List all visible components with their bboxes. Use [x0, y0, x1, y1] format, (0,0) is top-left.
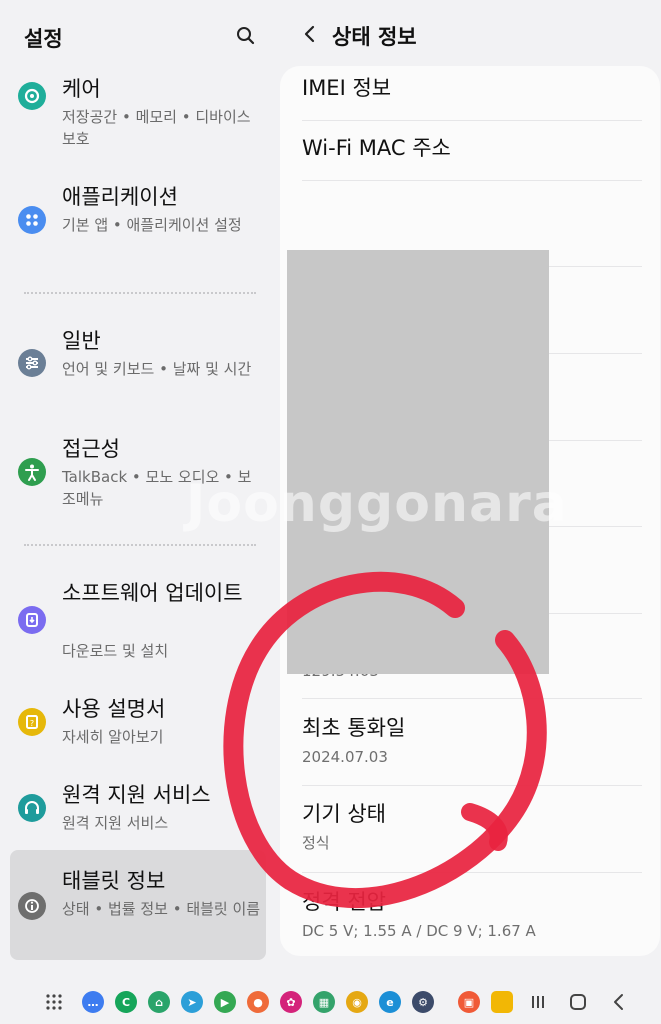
- flower-app-icon[interactable]: ✿: [280, 991, 302, 1013]
- software-update-icon: [18, 606, 46, 634]
- apps-icon: [18, 206, 46, 234]
- info-icon: [18, 892, 46, 920]
- menu-item-general[interactable]: 일반 언어 및 키보드 • 날짜 및 시간: [10, 326, 266, 416]
- row-divider: [302, 180, 642, 181]
- row-divider: [302, 872, 642, 873]
- home-app-icon[interactable]: ⌂: [148, 991, 170, 1013]
- section-divider: [24, 544, 256, 546]
- folder-icon[interactable]: [491, 991, 513, 1013]
- svg-text:?: ?: [30, 719, 34, 728]
- status-info-header: 상태 정보: [276, 0, 661, 66]
- info-value: 정식: [302, 834, 330, 852]
- menu-item-subtitle: 상태 • 법률 정보 • 태블릿 이름: [62, 900, 261, 918]
- menu-item-user-manual[interactable]: ? 사용 설명서 자세히 알아보기: [10, 694, 266, 754]
- menu-item-subtitle: 자세히 알아보기: [62, 728, 164, 746]
- recent-apps-icon[interactable]: [526, 990, 550, 1014]
- back-nav-icon[interactable]: [607, 990, 631, 1014]
- messages-app-icon[interactable]: …: [82, 991, 104, 1013]
- menu-item-title: 애플리케이션: [62, 185, 178, 209]
- info-value: 2024.07.03: [302, 748, 388, 766]
- info-label: 기기 상태: [302, 802, 386, 826]
- page-title: 상태 정보: [332, 25, 417, 49]
- headset-icon: [18, 794, 46, 822]
- general-management-icon: [18, 349, 46, 377]
- contacts-app-icon[interactable]: ●: [247, 991, 269, 1013]
- accessibility-icon: [18, 458, 46, 486]
- user-manual-icon: ?: [18, 708, 46, 736]
- row-divider: [302, 120, 642, 121]
- info-value: DC 5 V; 1.55 A / DC 9 V; 1.67 A: [302, 922, 536, 940]
- back-button[interactable]: [298, 20, 322, 48]
- search-button[interactable]: [232, 22, 260, 50]
- menu-item-subtitle: 저장공간 • 메모리 • 디바이스 보호: [62, 108, 251, 148]
- row-divider: [302, 785, 642, 786]
- menu-item-title: 태블릿 정보: [62, 869, 166, 893]
- menu-item-title: 일반: [62, 329, 101, 353]
- device-care-icon: [18, 82, 46, 110]
- menu-item-subtitle: 다운로드 및 설치: [62, 642, 169, 660]
- row-divider: [302, 698, 642, 699]
- settings-header: 설정: [0, 0, 276, 70]
- watermark-text: Joonggonara: [186, 474, 568, 534]
- info-label: 최초 통화일: [302, 716, 406, 740]
- page-title: 설정: [24, 27, 63, 51]
- grid-app-icon[interactable]: ▦: [313, 991, 335, 1013]
- edge-browser-icon[interactable]: e: [379, 991, 401, 1013]
- c-app-icon[interactable]: C: [115, 991, 137, 1013]
- info-label: IMEI 정보: [302, 76, 392, 100]
- menu-item-subtitle: 기본 앱 • 애플리케이션 설정: [62, 216, 242, 234]
- telegram-app-icon[interactable]: ➤: [181, 991, 203, 1013]
- menu-item-title: 접근성: [62, 437, 120, 461]
- info-row-imei[interactable]: IMEI 정보: [302, 74, 642, 102]
- app-drawer-icon[interactable]: [42, 990, 66, 1014]
- menu-item-apps[interactable]: 애플리케이션 기본 앱 • 애플리케이션 설정: [10, 180, 266, 270]
- home-button-icon[interactable]: [566, 990, 590, 1014]
- settings-gear-icon[interactable]: ⚙: [412, 991, 434, 1013]
- menu-item-title: 사용 설명서: [62, 697, 166, 721]
- info-label: 정격 전압: [302, 890, 386, 914]
- info-row-wifi-mac[interactable]: Wi-Fi MAC 주소: [302, 134, 642, 162]
- section-divider: [24, 292, 256, 294]
- info-row-rated-voltage[interactable]: 정격 전압 DC 5 V; 1.55 A / DC 9 V; 1.67 A: [302, 888, 642, 942]
- info-label: Wi-Fi MAC 주소: [302, 136, 451, 160]
- redacted-block: [287, 250, 549, 674]
- menu-item-title: 원격 지원 서비스: [62, 783, 211, 807]
- search-icon: [237, 27, 255, 45]
- multi-app-icon[interactable]: ▣: [458, 991, 480, 1013]
- info-row-device-status[interactable]: 기기 상태 정식: [302, 800, 642, 854]
- play-store-icon[interactable]: ▶: [214, 991, 236, 1013]
- menu-item-subtitle: 언어 및 키보드 • 날짜 및 시간: [62, 360, 252, 378]
- menu-item-subtitle: 원격 지원 서비스: [62, 814, 169, 832]
- chrome-icon[interactable]: ◉: [346, 991, 368, 1013]
- menu-item-title: 소프트웨어 업데이트: [62, 581, 243, 605]
- menu-item-tablet-info[interactable]: 태블릿 정보 상태 • 법률 정보 • 태블릿 이름: [10, 866, 266, 956]
- back-arrow-icon: [304, 25, 315, 43]
- menu-item-title: 케어: [62, 77, 101, 101]
- menu-item-remote-support[interactable]: 원격 지원 서비스 원격 지원 서비스: [10, 780, 266, 840]
- menu-item-software-update[interactable]: 소프트웨어 업데이트 다운로드 및 설치: [10, 578, 266, 668]
- info-row-first-call-date[interactable]: 최초 통화일 2024.07.03: [302, 714, 642, 768]
